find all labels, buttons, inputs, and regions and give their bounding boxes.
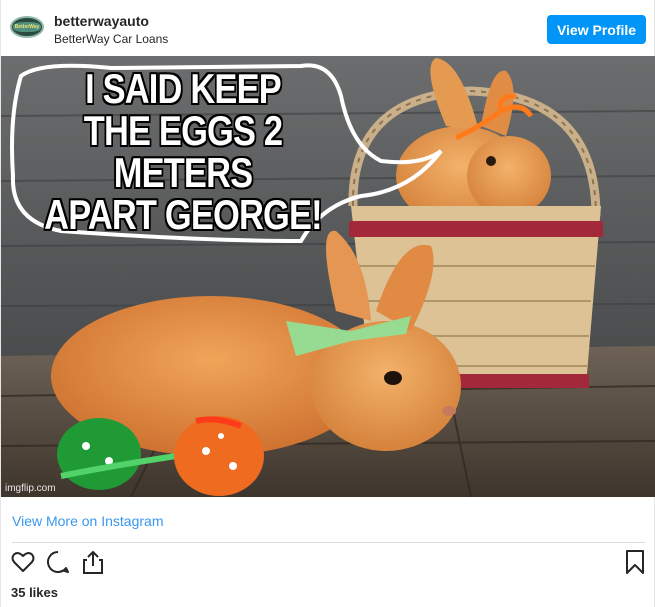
comment-icon[interactable] xyxy=(45,549,71,575)
meme-caption-line: APART GEORGE! xyxy=(44,191,322,238)
bookmark-icon[interactable] xyxy=(622,549,648,575)
share-icon[interactable] xyxy=(80,549,106,575)
meme-caption-line: I SAID KEEP xyxy=(85,65,282,112)
post-image[interactable]: I SAID KEEP THE EGGS 2 METERS APART GEOR… xyxy=(1,56,655,497)
account-subtitle: BetterWay Car Loans xyxy=(54,32,169,46)
avatar[interactable]: BetterWay xyxy=(10,16,44,38)
post-header: BetterWay betterwayauto BetterWay Car Lo… xyxy=(1,0,655,56)
username[interactable]: betterwayauto xyxy=(54,13,149,29)
view-more-link[interactable]: View More on Instagram xyxy=(12,513,163,529)
avatar-logo: BetterWay xyxy=(13,22,41,32)
instagram-embed-card: BetterWay betterwayauto BetterWay Car Lo… xyxy=(0,0,655,607)
heart-icon[interactable] xyxy=(10,549,36,575)
view-profile-button[interactable]: View Profile xyxy=(547,15,646,44)
watermark: imgflip.com xyxy=(5,483,56,494)
likes-count[interactable]: 35 likes xyxy=(11,585,58,600)
meme-caption-line: THE EGGS 2 METERS xyxy=(83,107,283,196)
meme-caption: I SAID KEEP THE EGGS 2 METERS APART GEOR… xyxy=(44,65,322,238)
action-bar xyxy=(1,549,655,579)
divider xyxy=(12,542,645,543)
